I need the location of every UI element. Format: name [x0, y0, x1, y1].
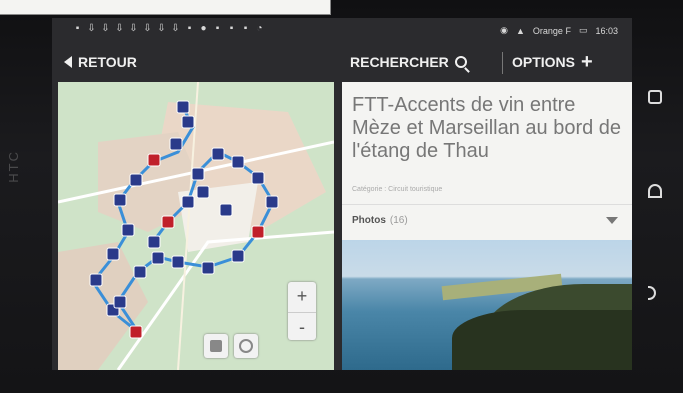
map-view[interactable]: + - — [58, 82, 334, 370]
back-arrow-icon — [64, 56, 72, 68]
home-icon[interactable] — [648, 184, 662, 198]
notification-icon: ▪ — [215, 23, 220, 34]
map-marker[interactable] — [201, 261, 215, 275]
status-right: ◉ ▲ Orange F ▭ 16:03 — [500, 25, 618, 36]
notification-icon: ◔ — [256, 23, 263, 34]
download-icon: ⇩ — [101, 23, 110, 34]
map-marker[interactable] — [113, 193, 127, 207]
back-label: RETOUR — [78, 54, 137, 70]
options-button[interactable]: OPTIONS + — [512, 51, 593, 73]
search-label: RECHERCHER — [350, 54, 449, 70]
map-marker[interactable] — [181, 115, 195, 129]
photos-label: Photos (16) — [352, 215, 408, 226]
map-marker[interactable] — [129, 173, 143, 187]
map-marker[interactable] — [231, 155, 245, 169]
download-icon: ⇩ — [129, 23, 138, 34]
layers-button[interactable] — [204, 334, 228, 358]
map-marker[interactable] — [176, 100, 190, 114]
map-marker[interactable] — [89, 273, 103, 287]
notification-icon: ▪ — [187, 23, 192, 34]
detail-panel: FTT-Accents de vin entre Mèze et Marseil… — [342, 82, 632, 370]
field-area — [58, 242, 148, 370]
notification-icons: ▪ ⇩ ⇩ ⇩ ⇩ ⇩ ⇩ ⇩ ▪ ● ▪ ▪ ▪ ◔ — [72, 24, 265, 34]
map-marker[interactable] — [191, 167, 205, 181]
chevron-down-icon[interactable] — [606, 217, 618, 224]
zoom-in-button[interactable]: + — [288, 282, 316, 310]
map-marker[interactable] — [251, 225, 265, 239]
photos-label-text: Photos — [352, 215, 386, 226]
layers-icon — [210, 340, 222, 352]
photo-trees — [452, 310, 632, 370]
map-marker[interactable] — [121, 223, 135, 237]
map-marker[interactable] — [113, 295, 127, 309]
map-marker[interactable] — [129, 325, 143, 339]
download-icon: ⇩ — [115, 23, 124, 34]
wifi-icon: ▲ — [516, 25, 525, 36]
sync-icon: ◉ — [500, 25, 508, 35]
map-marker[interactable] — [171, 255, 185, 269]
back-button[interactable]: RETOUR — [64, 54, 137, 70]
locate-icon — [239, 339, 253, 353]
action-bar-divider — [502, 52, 503, 74]
map-marker[interactable] — [169, 137, 183, 151]
back-icon[interactable] — [648, 286, 656, 300]
notification-icon: ● — [200, 23, 207, 34]
download-icon: ⇩ — [171, 23, 180, 34]
zoom-control: + - — [288, 282, 316, 340]
status-bar: ▪ ⇩ ⇩ ⇩ ⇩ ⇩ ⇩ ⇩ ▪ ● ▪ ▪ ▪ ◔ ◉ ▲ Orange F… — [52, 18, 632, 44]
paper-background — [0, 0, 331, 15]
map-marker[interactable] — [133, 265, 147, 279]
battery-icon: ▭ — [578, 25, 588, 35]
trail-title: FTT-Accents de vin entre Mèze et Marseil… — [352, 94, 622, 162]
trail-category: Catégorie : Circuit touristique — [352, 186, 443, 193]
map-marker[interactable] — [147, 153, 161, 167]
map-marker[interactable] — [181, 195, 195, 209]
map-marker[interactable] — [151, 251, 165, 265]
map-marker[interactable] — [106, 247, 120, 261]
map-marker[interactable] — [211, 147, 225, 161]
notification-icon: ▪ — [243, 23, 248, 34]
options-label: OPTIONS — [512, 54, 576, 70]
notification-icon: ▪ — [229, 23, 234, 34]
notification-icon: ▪ — [75, 23, 80, 34]
zoom-out-button[interactable]: - — [288, 312, 316, 341]
search-button[interactable]: RECHERCHER — [350, 54, 467, 70]
map-marker[interactable] — [231, 249, 245, 263]
trail-photo[interactable] — [342, 240, 632, 370]
locate-button[interactable] — [234, 334, 258, 358]
search-icon — [454, 56, 467, 68]
carrier-label: Orange F — [532, 25, 571, 36]
action-bar: RETOUR RECHERCHER OPTIONS + — [52, 46, 632, 80]
map-marker[interactable] — [196, 185, 210, 199]
phone-screen: ▪ ⇩ ⇩ ⇩ ⇩ ⇩ ⇩ ⇩ ▪ ● ▪ ▪ ▪ ◔ ◉ ▲ Orange F… — [52, 18, 632, 370]
map-marker[interactable] — [265, 195, 279, 209]
map-marker[interactable] — [147, 235, 161, 249]
recent-apps-icon[interactable] — [648, 90, 662, 104]
phone-brand-mark: HTC — [6, 150, 21, 183]
photos-count: (16) — [389, 215, 408, 226]
map-marker[interactable] — [161, 215, 175, 229]
download-icon: ⇩ — [87, 23, 96, 34]
map-marker[interactable] — [251, 171, 265, 185]
download-icon: ⇩ — [143, 23, 152, 34]
photos-section-header[interactable]: Photos (16) — [342, 204, 632, 235]
plus-icon: + — [581, 51, 593, 73]
clock: 16:03 — [595, 25, 618, 36]
download-icon: ⇩ — [157, 23, 166, 34]
hardware-nav-keys — [640, 80, 670, 320]
map-marker[interactable] — [219, 203, 233, 217]
